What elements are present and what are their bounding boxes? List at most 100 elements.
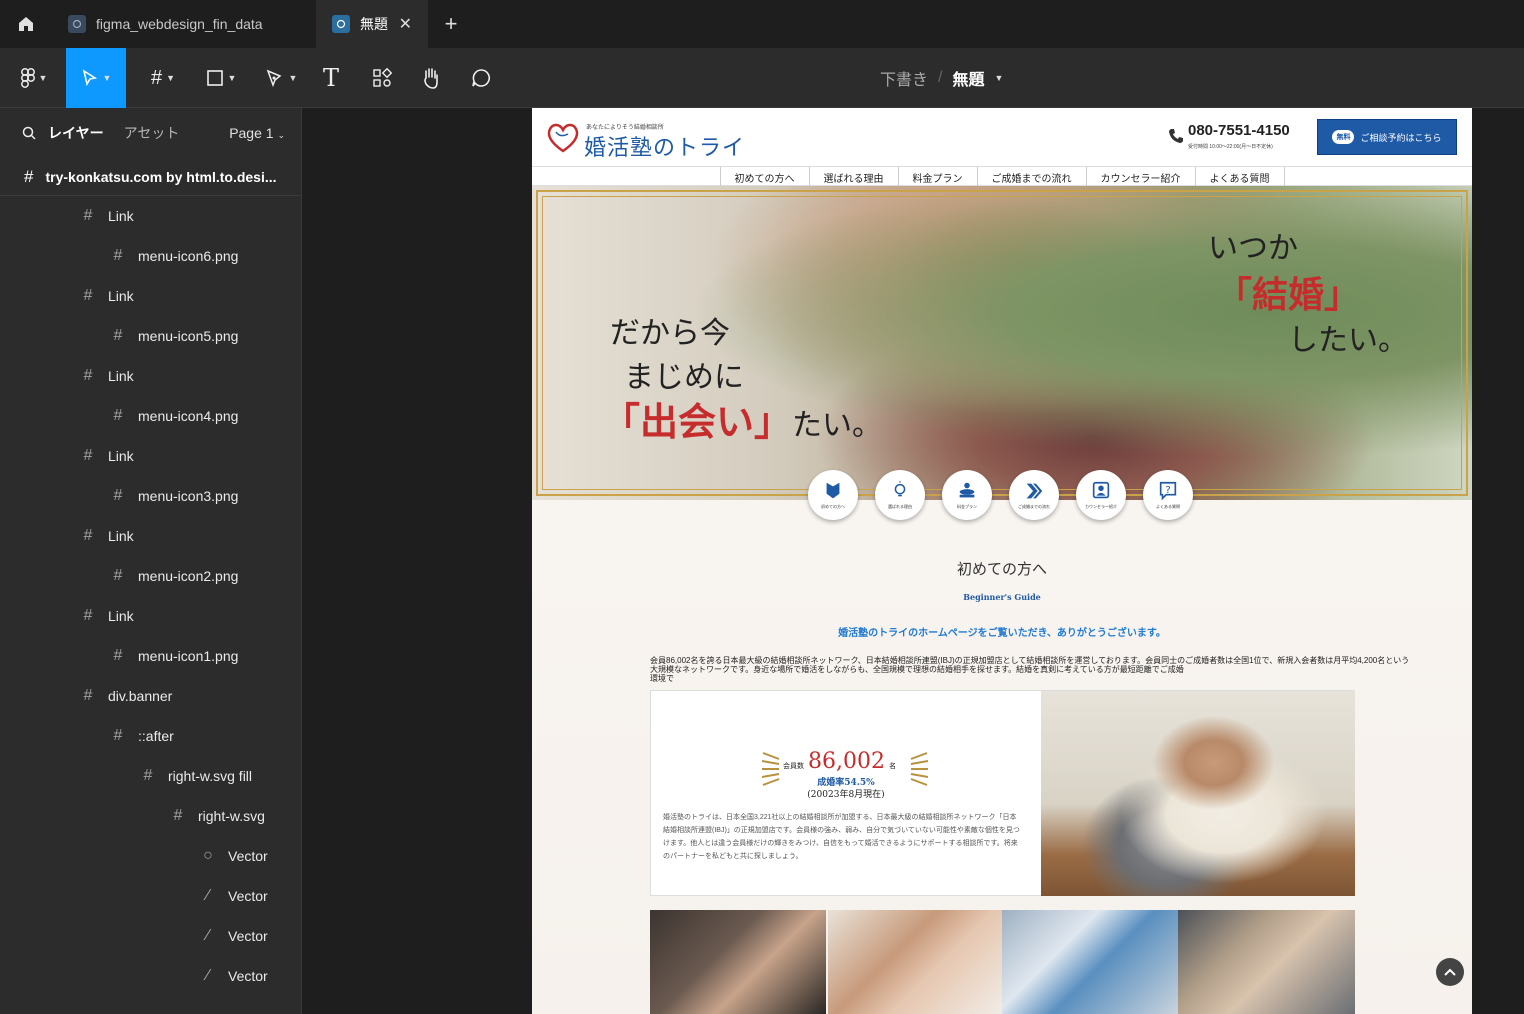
layer-row[interactable]: ⁄ Vector (0, 916, 301, 956)
chevron-up-icon (1444, 968, 1456, 976)
nav-item[interactable]: 選ばれる理由 (808, 167, 898, 187)
layer-label: Vector (228, 928, 268, 944)
nav-item[interactable]: 料金プラン (897, 167, 977, 187)
website-frame[interactable]: あなたによりそう結婚相談所 婚活塾のトライ 080-7551-4150 受付時間… (532, 108, 1472, 1014)
nav-item[interactable]: よくある質問 (1194, 167, 1285, 187)
layer-row[interactable]: # right-w.svg fill (0, 756, 301, 796)
layer-row[interactable]: ⁄ Vector (0, 956, 301, 996)
tab-label: figma_webdesign_fin_data (96, 16, 263, 32)
member-count: 会員数 86,002 名 (783, 749, 896, 774)
menu-icon-label: 選ばれる理由 (888, 504, 912, 509)
layer-label: Vector (228, 968, 268, 984)
figma-file-icon (68, 15, 86, 33)
layer-row[interactable]: ○ Vector (0, 836, 301, 876)
menu-icon-label: 初めての方へ (821, 504, 845, 509)
chevron-down-icon[interactable]: ▼ (994, 73, 1003, 83)
layer-row[interactable]: # Link (0, 276, 301, 316)
frame-tool[interactable]: # ▼ (140, 48, 186, 108)
frame-icon: # (113, 487, 123, 504)
beginner-mark-icon (826, 482, 840, 499)
shape-tool[interactable]: ▼ (198, 48, 244, 108)
layer-row[interactable]: # menu-icon6.png (0, 236, 301, 276)
coins-hand-icon (959, 482, 975, 498)
pen-tool[interactable]: ▼ (258, 48, 304, 108)
tab-layers[interactable]: レイヤー (48, 123, 104, 143)
frame-icon: # (113, 647, 123, 664)
tab-assets[interactable]: アセット (124, 123, 180, 143)
tab-file-1[interactable]: figma_webdesign_fin_data (52, 0, 316, 48)
move-tool[interactable]: ▼ (66, 48, 126, 108)
hero-copy-left: だから今 まじめに 「出会い」たい。 (602, 312, 882, 448)
frame-icon: # (83, 527, 93, 544)
logo-name[interactable]: 婚活塾のトライ (584, 130, 745, 162)
nav-item[interactable]: 初めての方へ (719, 167, 809, 187)
rectangle-icon (206, 70, 223, 86)
menu-icon-link[interactable]: 料金プラン (942, 470, 992, 520)
page-selector[interactable]: Page 1 ⌄ (229, 125, 285, 141)
close-icon[interactable]: ✕ (399, 14, 412, 34)
hero-left-line-3: 「出会い」たい。 (602, 400, 882, 448)
file-name[interactable]: 無題 (952, 66, 984, 90)
menu-icon-link[interactable]: ご成婚までの流れ (1009, 470, 1059, 520)
main-menu-button[interactable]: ▼ (14, 48, 54, 108)
layer-row[interactable]: # right-w.svg (0, 796, 301, 836)
menu-icon-label: ご成婚までの流れ (1018, 504, 1050, 509)
resources-tool[interactable] (370, 48, 394, 108)
couple-photo-1 (650, 910, 826, 1014)
hero-copy-right: いつか 「結婚」 したい。 (1208, 226, 1408, 364)
layer-row[interactable]: # Link (0, 436, 301, 476)
stats-date: (20023年8月現在) (807, 790, 885, 800)
hand-tool[interactable] (418, 48, 444, 108)
layer-row[interactable]: # menu-icon1.png (0, 636, 301, 676)
phone-hours: 受付時間 10:00〜22:00(月〜日不定休) (1188, 144, 1273, 150)
canvas[interactable]: あなたによりそう結婚相談所 婚活塾のトライ 080-7551-4150 受付時間… (302, 108, 1524, 1014)
layer-label: div.banner (108, 688, 173, 704)
frame-icon: # (83, 447, 93, 464)
layer-row[interactable]: # menu-icon4.png (0, 396, 301, 436)
nav-item[interactable]: カウンセラー紹介 (1085, 167, 1195, 187)
layer-row[interactable]: # menu-icon5.png (0, 316, 301, 356)
hero-right-line-3: したい。 (1288, 323, 1408, 358)
svg-text:?: ? (1165, 485, 1170, 496)
counselor-icon (1092, 481, 1110, 499)
hero-banner: だから今 まじめに 「出会い」たい。 いつか 「結婚」 したい。 (532, 186, 1472, 500)
layer-label: Link (108, 528, 134, 544)
layer-row[interactable]: # Link (0, 596, 301, 636)
tab-bar: figma_webdesign_fin_data 無題 ✕ + (0, 0, 1524, 48)
menu-icon-link[interactable]: ? よくある質問 (1143, 470, 1193, 520)
layer-row[interactable]: ⁄ Vector (0, 876, 301, 916)
breadcrumb-separator: / (938, 69, 943, 86)
text-tool[interactable]: T (318, 48, 344, 108)
layer-row[interactable]: # Link (0, 356, 301, 396)
file-title[interactable]: 下書き / 無題 ▼ (880, 48, 1003, 108)
layer-label: ::after (138, 728, 174, 744)
tab-label: 無題 (360, 16, 388, 32)
search-icon[interactable] (22, 126, 36, 140)
drafts-label[interactable]: 下書き (880, 66, 928, 90)
layer-label: menu-icon6.png (138, 248, 239, 264)
consult-reserve-button[interactable]: 無料 ご相談予約はこちら (1317, 119, 1457, 155)
member-count-unit: 名 (888, 763, 896, 770)
frame-icon: # (113, 327, 123, 344)
layer-row[interactable]: #::after (0, 716, 301, 756)
layer-row[interactable]: # menu-icon3.png (0, 476, 301, 516)
home-button[interactable] (0, 0, 52, 48)
comment-tool[interactable] (468, 48, 494, 108)
nav-item[interactable]: ご成婚までの流れ (976, 167, 1086, 187)
layer-row[interactable]: # Link (0, 516, 301, 556)
layer-row[interactable]: # Link (0, 196, 301, 236)
heart-logo-icon (547, 123, 579, 153)
new-tab-button[interactable]: + (428, 0, 474, 48)
phone-number[interactable]: 080-7551-4150 (1188, 122, 1290, 139)
scroll-to-top-button[interactable] (1436, 958, 1464, 986)
layer-row[interactable]: # menu-icon2.png (0, 556, 301, 596)
menu-icon-link[interactable]: カウンセラー紹介 (1076, 470, 1126, 520)
frame-icon: # (173, 807, 183, 824)
menu-icon-link[interactable]: 選ばれる理由 (875, 470, 925, 520)
layer-row[interactable]: # div.banner (0, 676, 301, 716)
tab-file-2[interactable]: 無題 ✕ (316, 0, 428, 48)
layer-label: menu-icon5.png (138, 328, 239, 344)
menu-icon-link[interactable]: 初めての方へ (808, 470, 858, 520)
hero-left-line-1: だから今 (610, 316, 730, 351)
top-frame-row[interactable]: # try-konkatsu.com by html.to.desi... (0, 158, 301, 196)
